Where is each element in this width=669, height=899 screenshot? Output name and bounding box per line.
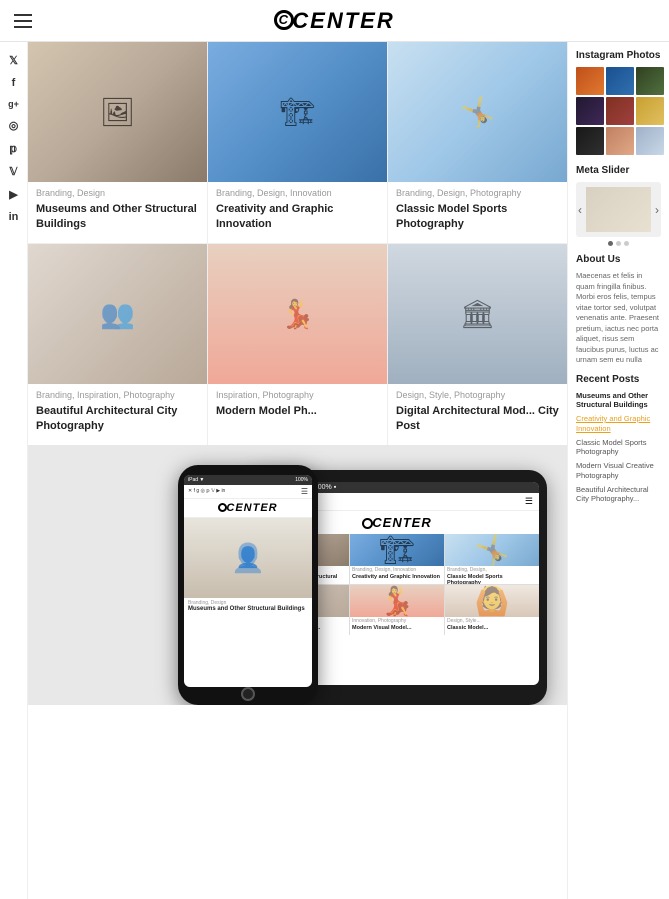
logo-circle: C bbox=[274, 10, 294, 30]
tablet-post-meta: Branding, Design, bbox=[445, 566, 539, 574]
recent-post-item[interactable]: Museums and Other Structural Buildings bbox=[576, 391, 661, 411]
phone-status-bar: iPad ▼ 100% bbox=[184, 475, 312, 485]
facebook-icon[interactable]: f bbox=[12, 77, 16, 89]
meta-slider-title: Meta Slider bbox=[576, 165, 661, 176]
instagram-photo[interactable] bbox=[606, 67, 634, 95]
post-meta: Branding, Inspiration, Photography bbox=[28, 384, 207, 402]
post-title[interactable]: Beautiful Architectural City Photography bbox=[28, 402, 207, 445]
phone-screen: iPad ▼ 100% ✕ f g ◎ 𝕡 𝕍 ▶ in ☰ CENTER 👤 … bbox=[184, 475, 312, 687]
tablet-post-card: Branding, Design, Classic Model Sports P… bbox=[445, 534, 539, 584]
slider-next-button[interactable]: › bbox=[655, 203, 659, 217]
site-logo: CCENTER bbox=[274, 8, 394, 34]
post-card: Design, Style, Photography Digital Archi… bbox=[388, 244, 567, 445]
post-card: Branding, Design, Photography Classic Mo… bbox=[388, 42, 567, 243]
phone-time: 100% bbox=[295, 477, 308, 483]
tablet-post-title: Classic Model Sports Photography bbox=[445, 574, 539, 584]
post-meta: Design, Style, Photography bbox=[388, 384, 567, 402]
post-title[interactable]: Creativity and Graphic Innovation bbox=[208, 200, 387, 243]
instagram-photo[interactable] bbox=[636, 67, 664, 95]
post-image bbox=[388, 42, 567, 182]
post-meta: Branding, Design, Innovation bbox=[208, 182, 387, 200]
phone-post-meta: Branding, Design bbox=[184, 598, 312, 606]
post-card: Inspiration, Photography Modern Model Ph… bbox=[208, 244, 387, 445]
tablet-post-meta: Innovation, Photography bbox=[350, 617, 444, 625]
slider-dots bbox=[576, 241, 661, 246]
pinterest-icon[interactable]: 𝕡 bbox=[10, 142, 18, 155]
vimeo-icon[interactable]: 𝕍 bbox=[10, 165, 18, 178]
recent-post-item[interactable]: Modern Visual Creative Photography bbox=[576, 461, 661, 481]
post-image bbox=[28, 244, 207, 384]
device-section: iPad ▼ 100% ✕ f g ◎ 𝕡 𝕍 ▶ in ☰ CENTER 👤 … bbox=[28, 445, 567, 705]
post-meta: Branding, Design bbox=[28, 182, 207, 200]
instagram-photo[interactable] bbox=[606, 127, 634, 155]
recent-posts-title: Recent Posts bbox=[576, 374, 661, 385]
recent-post-item[interactable]: Classic Model Sports Photography bbox=[576, 438, 661, 458]
slider-dot[interactable] bbox=[608, 241, 613, 246]
post-title[interactable]: Museums and Other Structural Buildings bbox=[28, 200, 207, 243]
tablet-post-meta: Branding, Design, Innovation bbox=[350, 566, 444, 574]
phone-status-text: iPad ▼ bbox=[188, 477, 204, 483]
phone-menu-icon[interactable]: ☰ bbox=[301, 487, 308, 496]
phone-post-image: 👤 bbox=[184, 518, 312, 598]
twitter-icon[interactable]: 𝕏 bbox=[9, 54, 18, 67]
tablet-post-title: Creativity and Graphic Innovation bbox=[350, 574, 444, 580]
phone-mockup: iPad ▼ 100% ✕ f g ◎ 𝕡 𝕍 ▶ in ☰ CENTER 👤 … bbox=[178, 465, 318, 705]
phone-social-icons: ✕ f g ◎ 𝕡 𝕍 ▶ in bbox=[188, 488, 225, 494]
post-image bbox=[28, 42, 207, 182]
slider-preview: ‹ › bbox=[576, 182, 661, 237]
tablet-menu-icon[interactable]: ☰ bbox=[525, 496, 533, 507]
tablet-post-card: Design, Style... Classic Model... bbox=[445, 585, 539, 635]
linkedin-icon[interactable]: in bbox=[9, 211, 19, 223]
post-image bbox=[388, 244, 567, 384]
slider-dot[interactable] bbox=[616, 241, 621, 246]
post-image bbox=[208, 42, 387, 182]
main-wrapper: 𝕏 f g+ ◎ 𝕡 𝕍 ▶ in Branding, Design Museu… bbox=[0, 42, 669, 899]
instagram-photo[interactable] bbox=[576, 67, 604, 95]
phone-logo: CENTER bbox=[184, 499, 312, 518]
about-text: Maecenas et felis in quam fringilla fini… bbox=[576, 271, 661, 366]
phone-post-title: Museums and Other Structural Buildings bbox=[184, 606, 312, 612]
post-image bbox=[208, 244, 387, 384]
about-section-title: About Us bbox=[576, 254, 661, 265]
instagram-section-title: Instagram Photos bbox=[576, 50, 661, 61]
tablet-post-title: Classic Model... bbox=[445, 625, 539, 631]
tablet-post-card: Innovation, Photography Modern Visual Mo… bbox=[350, 585, 444, 635]
youtube-icon[interactable]: ▶ bbox=[9, 188, 17, 201]
slider-image bbox=[586, 187, 651, 232]
tablet-post-meta: Design, Style... bbox=[445, 617, 539, 625]
post-meta: Branding, Design, Photography bbox=[388, 182, 567, 200]
post-grid: Branding, Design Museums and Other Struc… bbox=[28, 42, 567, 445]
hamburger-menu[interactable] bbox=[14, 14, 32, 28]
recent-post-item[interactable]: Creativity and Graphic Innovation bbox=[576, 414, 661, 434]
post-title[interactable]: Digital Architectural Mod... City Post bbox=[388, 402, 567, 445]
recent-posts-list: Museums and Other Structural Buildings C… bbox=[576, 391, 661, 505]
instagram-photo[interactable] bbox=[636, 97, 664, 125]
site-header: CCENTER bbox=[0, 0, 669, 42]
instagram-grid bbox=[576, 67, 661, 155]
instagram-photo[interactable] bbox=[576, 127, 604, 155]
right-sidebar: Instagram Photos Meta Slider ‹ › bbox=[567, 42, 669, 899]
slider-prev-button[interactable]: ‹ bbox=[578, 203, 582, 217]
tablet-post-title: Modern Visual Model... bbox=[350, 625, 444, 631]
tablet-post-card: Branding, Design, Innovation Creativity … bbox=[350, 534, 444, 584]
recent-post-item[interactable]: Beautiful Architectural City Photography… bbox=[576, 485, 661, 505]
post-meta: Inspiration, Photography bbox=[208, 384, 387, 402]
instagram-photo[interactable] bbox=[576, 97, 604, 125]
phone-nav-icons: ✕ f g ◎ 𝕡 𝕍 ▶ in ☰ bbox=[184, 485, 312, 499]
instagram-icon[interactable]: ◎ bbox=[9, 119, 19, 132]
social-sidebar: 𝕏 f g+ ◎ 𝕡 𝕍 ▶ in bbox=[0, 42, 28, 899]
post-card: Branding, Inspiration, Photography Beaut… bbox=[28, 244, 207, 445]
post-title[interactable]: Modern Model Ph... bbox=[208, 402, 387, 429]
instagram-photo[interactable] bbox=[636, 127, 664, 155]
post-title[interactable]: Classic Model Sports Photography bbox=[388, 200, 567, 243]
slider-dot[interactable] bbox=[624, 241, 629, 246]
post-card: Branding, Design, Innovation Creativity … bbox=[208, 42, 387, 243]
post-card: Branding, Design Museums and Other Struc… bbox=[28, 42, 207, 243]
phone-home-button[interactable] bbox=[241, 687, 255, 701]
meta-slider-section: Meta Slider ‹ › bbox=[576, 165, 661, 246]
content-area: Branding, Design Museums and Other Struc… bbox=[28, 42, 567, 899]
google-plus-icon[interactable]: g+ bbox=[8, 99, 19, 109]
instagram-photo[interactable] bbox=[606, 97, 634, 125]
